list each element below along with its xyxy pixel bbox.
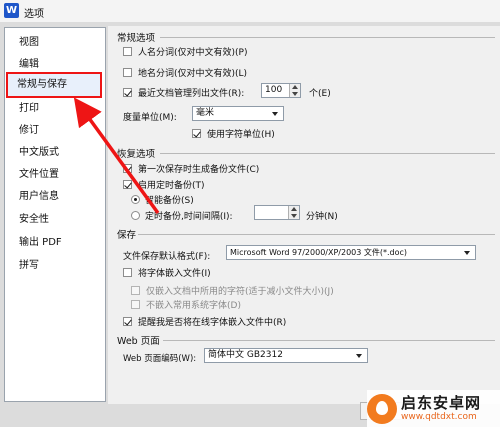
checkbox-label: 将字体嵌入文件(I) bbox=[138, 269, 211, 279]
checkbox-label: 使用字符单位(H) bbox=[207, 130, 275, 140]
backup-interval-input[interactable] bbox=[254, 205, 300, 220]
checkbox-label: 提醒我是否将在线字体嵌入文件中(R) bbox=[138, 318, 287, 328]
checkbox-label: 启用定时备份(T) bbox=[138, 181, 205, 191]
sidebar-item-view[interactable]: 视图 bbox=[5, 32, 105, 54]
name-segmentation-checkbox[interactable]: 人名分词(仅对中文有效)(P) bbox=[123, 45, 247, 58]
checkbox-box bbox=[123, 180, 132, 189]
measure-unit-label: 度量单位(M): bbox=[123, 113, 177, 123]
smart-backup-radio[interactable]: 智能备份(S) bbox=[131, 193, 194, 206]
chevron-down-icon bbox=[272, 112, 278, 116]
timed-backup-checkbox[interactable]: 启用定时备份(T) bbox=[123, 178, 205, 191]
chevron-down-icon bbox=[464, 251, 470, 255]
section-divider bbox=[160, 37, 495, 38]
watermark-name: 启东安卓网 bbox=[401, 393, 482, 412]
input-value: 100 bbox=[265, 85, 283, 95]
checkbox-label: 地名分词(仅对中文有效)(L) bbox=[138, 69, 248, 79]
radio-label: 智能备份(S) bbox=[145, 196, 194, 206]
checkbox-box bbox=[123, 47, 132, 56]
sidebar-item-chinese-layout[interactable]: 中文版式 bbox=[5, 142, 105, 164]
checkbox-box bbox=[123, 317, 132, 326]
recent-files-unit: 个(E) bbox=[309, 89, 331, 99]
sidebar-item-user-info[interactable]: 用户信息 bbox=[5, 186, 105, 208]
watermark-text: 启东安卓网 www.qdtdxt.com bbox=[401, 393, 482, 423]
sidebar-item-output-pdf[interactable]: 输出 PDF bbox=[5, 232, 105, 254]
measure-unit-select[interactable]: 毫米 bbox=[192, 106, 284, 121]
sidebar-item-revision[interactable]: 修订 bbox=[5, 120, 105, 142]
radio-label: 定时备份,时间间隔(I): bbox=[145, 212, 233, 222]
embed-used-chars-checkbox[interactable]: 仅嵌入文档中所用的字符(适于减小文件大小)(J) bbox=[131, 284, 334, 297]
web-encoding-select[interactable]: 简体中文 GB2312 bbox=[204, 348, 368, 363]
checkbox-label: 不嵌入常用系统字体(D) bbox=[146, 301, 241, 311]
sidebar-item-spelling[interactable]: 拼写 bbox=[5, 255, 105, 277]
embed-fonts-checkbox[interactable]: 将字体嵌入文件(I) bbox=[123, 266, 211, 279]
checkbox-box bbox=[131, 300, 140, 309]
radio-dot bbox=[131, 211, 140, 220]
sidebar-item-security[interactable]: 安全性 bbox=[5, 209, 105, 231]
checkbox-label: 人名分词(仅对中文有效)(P) bbox=[138, 48, 248, 58]
select-value: Microsoft Word 97/2000/XP/2003 文件(*.doc) bbox=[230, 248, 408, 257]
chevron-down-icon bbox=[356, 354, 362, 358]
section-title-recovery: 恢复选项 bbox=[117, 149, 156, 160]
place-segmentation-checkbox[interactable]: 地名分词(仅对中文有效)(L) bbox=[123, 66, 247, 79]
skip-common-fonts-checkbox[interactable]: 不嵌入常用系统字体(D) bbox=[131, 298, 241, 311]
radio-dot bbox=[131, 195, 140, 204]
site-watermark: 启东安卓网 www.qdtdxt.com bbox=[367, 390, 500, 427]
sidebar-item-general-save[interactable]: 常规与保存 bbox=[6, 72, 102, 98]
checkbox-box bbox=[131, 286, 140, 295]
section-title-web: Web 页面 bbox=[117, 336, 160, 347]
title-bar: W 选项 bbox=[0, 0, 500, 23]
section-title-save: 保存 bbox=[117, 230, 137, 241]
checkbox-box bbox=[123, 88, 132, 97]
section-divider bbox=[160, 153, 495, 154]
sidebar-item-file-location[interactable]: 文件位置 bbox=[5, 164, 105, 186]
checkbox-box bbox=[123, 68, 132, 77]
default-format-label: 文件保存默认格式(F): bbox=[123, 252, 211, 262]
first-save-backup-checkbox[interactable]: 第一次保存时生成备份文件(C) bbox=[123, 162, 259, 175]
android-logo-icon bbox=[367, 393, 397, 424]
checkbox-box bbox=[123, 268, 132, 277]
options-category-list: 视图 编辑 常规与保存 打印 修订 中文版式 文件位置 用户信息 安全性 输出 … bbox=[4, 27, 106, 402]
select-value: 毫米 bbox=[196, 108, 215, 118]
watermark-url: www.qdtdxt.com bbox=[401, 411, 477, 422]
spin-arrows-icon[interactable] bbox=[288, 206, 299, 219]
web-encoding-label: Web 页面编码(W): bbox=[123, 354, 197, 364]
section-divider bbox=[138, 234, 495, 235]
timed-backup-radio[interactable]: 定时备份,时间间隔(I): bbox=[131, 209, 233, 222]
section-title-general: 常规选项 bbox=[117, 33, 156, 44]
checkbox-label: 最近文档管理列出文件(R): bbox=[138, 89, 245, 99]
spin-arrows-icon[interactable] bbox=[289, 84, 300, 97]
sidebar-item-print[interactable]: 打印 bbox=[5, 98, 105, 120]
remind-online-fonts-checkbox[interactable]: 提醒我是否将在线字体嵌入文件中(R) bbox=[123, 315, 286, 328]
wps-writer-icon: W bbox=[4, 3, 19, 18]
recent-files-count-input[interactable]: 100 bbox=[261, 83, 301, 98]
window-title: 选项 bbox=[24, 9, 44, 20]
section-divider bbox=[163, 340, 495, 341]
backup-interval-unit: 分钟(N) bbox=[306, 212, 338, 222]
checkbox-box bbox=[192, 129, 201, 138]
checkbox-label: 仅嵌入文档中所用的字符(适于减小文件大小)(J) bbox=[146, 287, 334, 297]
recent-files-checkbox[interactable]: 最近文档管理列出文件(R): bbox=[123, 86, 244, 99]
checkbox-label: 第一次保存时生成备份文件(C) bbox=[138, 165, 260, 175]
char-unit-checkbox[interactable]: 使用字符单位(H) bbox=[192, 127, 275, 140]
default-format-select[interactable]: Microsoft Word 97/2000/XP/2003 文件(*.doc) bbox=[226, 245, 476, 260]
checkbox-box bbox=[123, 164, 132, 173]
select-value: 简体中文 GB2312 bbox=[208, 350, 283, 360]
